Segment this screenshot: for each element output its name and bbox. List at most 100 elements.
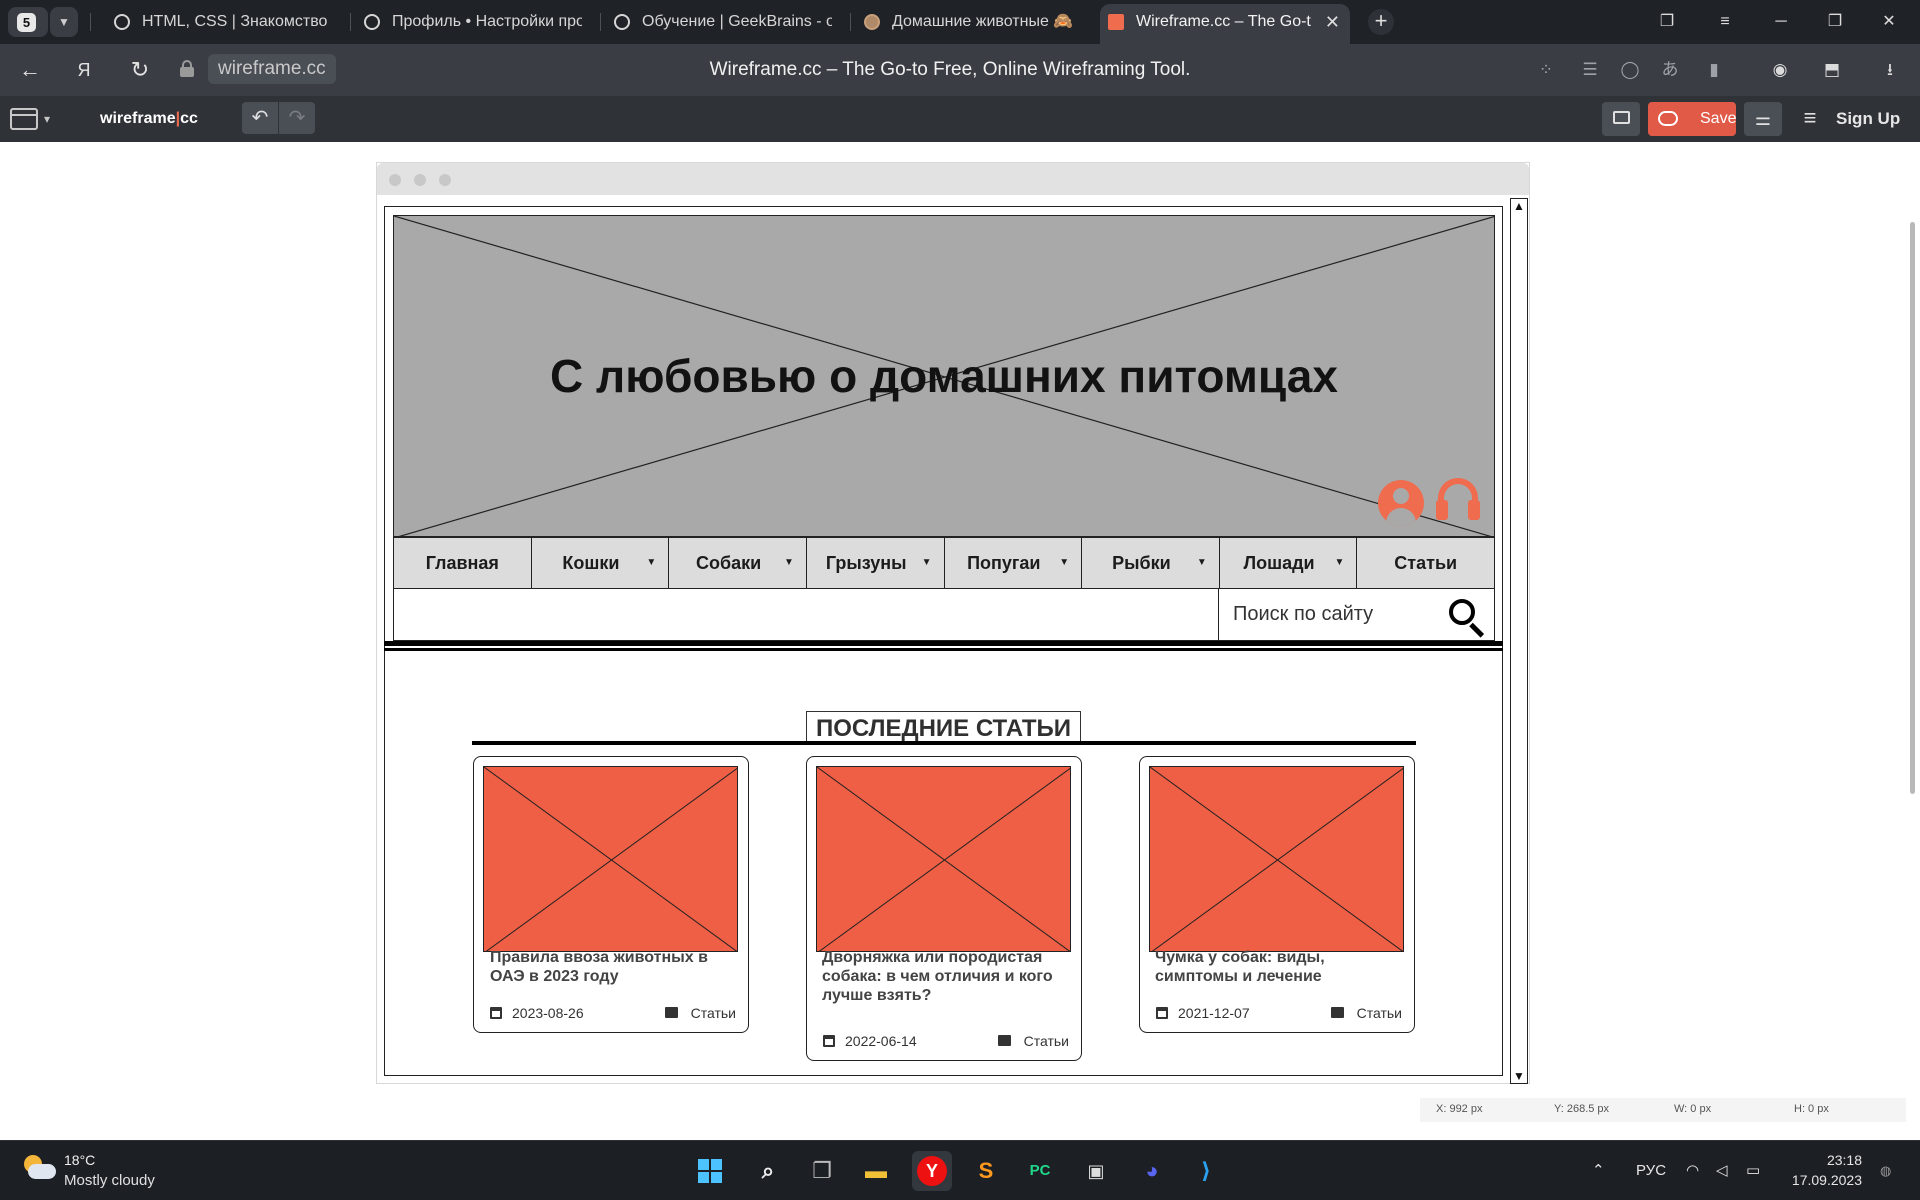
nav-item-parrots[interactable]: Попугаи ▼ (945, 538, 1083, 588)
hamburger-menu-icon[interactable]: ≡ (1798, 106, 1822, 130)
settings-sliders-icon[interactable]: ⚌ (1744, 102, 1782, 136)
window-close-icon[interactable]: ✕ (1874, 8, 1904, 36)
nav-item-articles[interactable]: Статьи (1357, 538, 1494, 588)
pycharm-icon[interactable]: PC (1020, 1151, 1060, 1191)
save-button[interactable]: Save (1648, 102, 1736, 136)
tab-counter-button[interactable]: 5 (8, 7, 48, 37)
article-card[interactable]: Чумка у собак: виды, симптомы и лечение … (1139, 756, 1415, 1033)
nav-item-fish[interactable]: Рыбки ▼ (1082, 538, 1220, 588)
nav-item-home[interactable]: Главная (394, 538, 532, 588)
task-view-icon[interactable]: ❐ (802, 1151, 842, 1191)
calendar-icon (823, 1035, 835, 1047)
tab-pets[interactable]: Домашние животные 🙈 (856, 4, 1092, 40)
tab-html-css[interactable]: HTML, CSS | Знакомство с (106, 4, 342, 40)
undo-icon[interactable]: ↶ (242, 102, 278, 134)
battery-icon[interactable]: ▭ (1746, 1141, 1760, 1200)
extensions-icon[interactable]: ⁘ (1534, 58, 1558, 82)
yandex-browser-icon[interactable]: Y (912, 1151, 952, 1191)
scroll-up-arrow-icon[interactable]: ▲ (1513, 199, 1525, 213)
dropdown-arrow-icon: ▼ (646, 557, 657, 568)
clock-time: 23:18 (1826, 1152, 1862, 1168)
terminal-icon[interactable]: ▣ (1076, 1151, 1116, 1191)
article-category[interactable]: Статьи (1015, 1031, 1069, 1051)
profile-icon[interactable]: ◉ (1768, 58, 1792, 82)
collections-bar-icon[interactable]: ⬒ (1820, 58, 1844, 82)
discord-icon[interactable]: ◕ (1132, 1151, 1172, 1191)
search-taskbar-icon[interactable]: ⌕ (748, 1151, 788, 1191)
collections-icon[interactable]: ❐ (1652, 8, 1682, 36)
user-icon[interactable] (1378, 480, 1424, 526)
nav-item-dogs[interactable]: Собаки ▼ (669, 538, 807, 588)
windows-start-icon[interactable] (690, 1151, 730, 1191)
article-category[interactable]: Статьи (682, 1003, 736, 1023)
tab-wireframe-active[interactable]: Wireframe.cc – The Go-t ✕ (1100, 4, 1350, 44)
article-card[interactable]: Дворняжка или породистая собака: в чем о… (806, 756, 1082, 1061)
article-title[interactable]: Правила ввоза животных в ОАЭ в 2023 году (490, 948, 738, 986)
article-title[interactable]: Чумка у собак: виды, симптомы и лечение (1155, 948, 1403, 986)
tab-title: Wireframe.cc – The Go-t (1136, 13, 1311, 30)
canvas-scrollbar[interactable] (1906, 142, 1920, 1140)
close-tab-icon[interactable]: ✕ (1325, 4, 1340, 40)
volume-icon[interactable]: ◁ (1716, 1141, 1728, 1200)
sublime-text-icon[interactable]: S (966, 1151, 1006, 1191)
redo-icon[interactable]: ↷ (279, 102, 315, 134)
weather-cloud-icon[interactable] (22, 1155, 56, 1181)
tab-profile[interactable]: Профиль • Настройки про (356, 4, 592, 40)
tab-list-chevron-icon[interactable]: ▼ (50, 7, 78, 37)
search-input[interactable] (1233, 599, 1433, 629)
vscode-icon[interactable]: ⟩ (1186, 1151, 1226, 1191)
nav-item-cats[interactable]: Кошки ▼ (532, 538, 670, 588)
cloud-upload-icon (1658, 111, 1678, 126)
clock-date: 17.09.2023 (1791, 1172, 1862, 1188)
system-clock[interactable]: 23:18 17.09.2023 (1776, 1150, 1862, 1190)
nav-item-label: Собаки (695, 553, 762, 573)
reader-mode-icon[interactable]: ☰ (1578, 58, 1602, 82)
app-logo: wireframe|cc (100, 110, 198, 127)
lock-icon[interactable] (180, 60, 194, 78)
notifications-icon[interactable]: ◍ (1880, 1141, 1891, 1200)
comment-icon (665, 1007, 678, 1018)
section-title[interactable]: ПОСЛЕДНИЕ СТАТЬИ (806, 711, 1081, 744)
tray-chevron-up-icon[interactable]: ⌃ (1592, 1141, 1605, 1200)
article-image-placeholder (816, 766, 1071, 952)
search-icon[interactable] (1447, 597, 1487, 638)
scroll-down-arrow-icon[interactable]: ▼ (1513, 1069, 1525, 1083)
minimize-icon[interactable]: ─ (1766, 8, 1796, 36)
tab-geekbrains[interactable]: Обучение | GeekBrains - о (606, 4, 842, 40)
scrollbar-thumb[interactable] (1910, 222, 1915, 794)
weather-condition[interactable]: Mostly cloudy (64, 1172, 155, 1189)
browser-menu-icon[interactable]: ≡ (1710, 8, 1740, 36)
headset-icon[interactable] (1436, 478, 1480, 528)
alice-icon[interactable]: ◯ (1618, 58, 1642, 82)
wifi-icon[interactable]: ◠ (1686, 1141, 1699, 1200)
file-explorer-icon[interactable]: ▬ (856, 1151, 896, 1191)
download-icon[interactable]: ⭳ (1878, 58, 1902, 82)
calendar-icon (1156, 1007, 1168, 1019)
article-category[interactable]: Статьи (1348, 1003, 1402, 1023)
bookmark-icon[interactable]: ▮ (1702, 58, 1726, 82)
yandex-icon[interactable]: Я (70, 56, 98, 84)
comment-icon (1613, 111, 1630, 124)
comment-button[interactable] (1602, 102, 1640, 136)
weather-temperature[interactable]: 18°C (64, 1152, 95, 1168)
dropdown-arrow-icon: ▼ (921, 557, 932, 568)
article-card[interactable]: Правила ввоза животных в ОАЭ в 2023 году… (473, 756, 749, 1033)
nav-item-rodents[interactable]: Грызуны ▼ (807, 538, 945, 588)
translate-icon[interactable]: あ (1658, 58, 1682, 82)
nav-item-horses[interactable]: Лошади ▼ (1220, 538, 1358, 588)
url-field[interactable]: wireframe.cc (208, 54, 336, 84)
wireframe-scrollbar[interactable]: ▲ ▼ (1510, 198, 1528, 1084)
new-tab-plus-icon[interactable]: + (1368, 9, 1394, 35)
window-icon[interactable] (10, 108, 38, 130)
input-language[interactable]: РУС (1636, 1141, 1666, 1200)
hero-title[interactable]: С любовью о домашних питомцах (394, 349, 1494, 403)
article-title[interactable]: Дворняжка или породистая собака: в чем о… (822, 948, 1070, 1005)
wireframe-nav: Главная Кошки ▼ Собаки ▼ Грызуны ▼ Попугаи ▼… (393, 537, 1495, 589)
restore-icon[interactable]: ❐ (1820, 8, 1850, 36)
hero-image-placeholder[interactable]: С любовью о домашних питомцах (393, 215, 1495, 537)
article-meta: 2022-06-14 Статьи (823, 1031, 1069, 1051)
reload-icon[interactable]: ↻ (126, 56, 154, 84)
back-arrow-icon[interactable]: ← (16, 56, 44, 84)
sign-up-link[interactable]: Sign Up (1836, 96, 1900, 142)
chevron-down-icon[interactable]: ▾ (44, 108, 50, 130)
